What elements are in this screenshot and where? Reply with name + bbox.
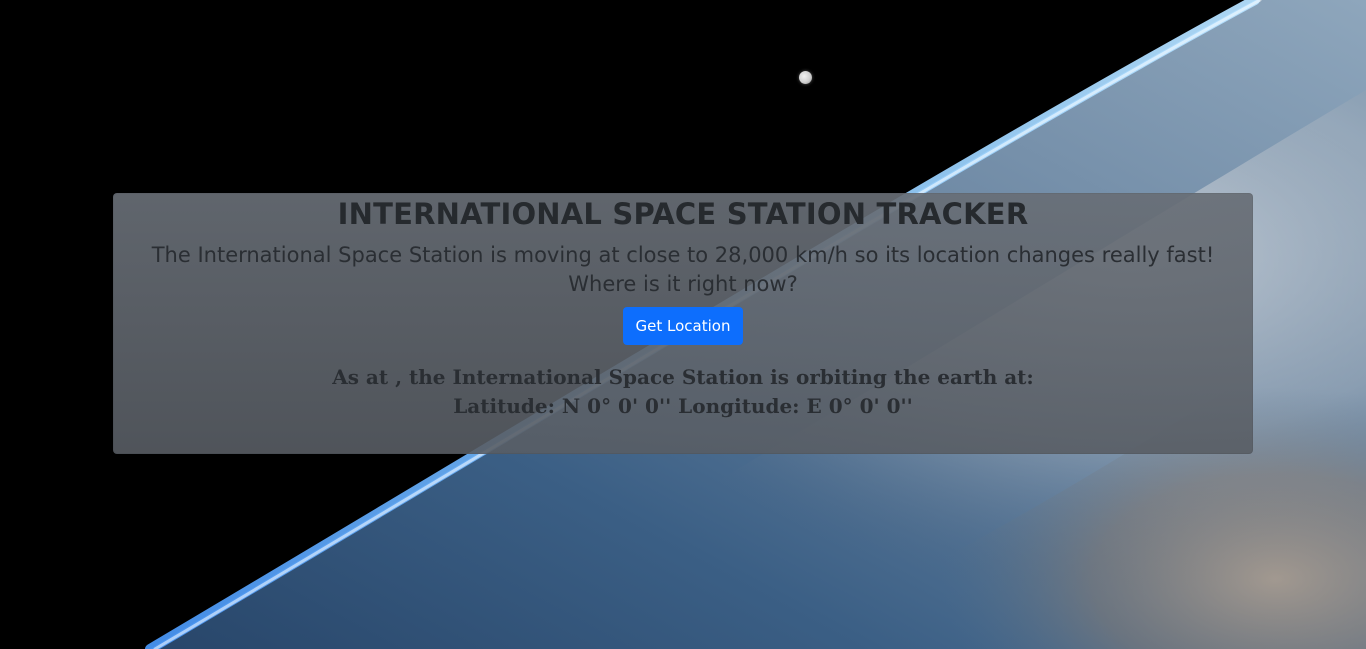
button-row: Get Location [113,307,1253,345]
status-line: As at , the International Space Station … [113,363,1253,392]
page-title: INTERNATIONAL SPACE STATION TRACKER [113,193,1253,233]
location-result: As at , the International Space Station … [113,363,1253,421]
space-scene: INTERNATIONAL SPACE STATION TRACKER The … [0,0,1366,649]
tracker-panel: INTERNATIONAL SPACE STATION TRACKER The … [113,193,1253,454]
latitude-text: Latitude: N 0° 0' 0'' [453,392,671,421]
longitude-text: Longitude: E 0° 0' 0'' [678,392,913,421]
moon-icon [799,71,812,84]
page-subtitle: The International Space Station is movin… [113,241,1253,299]
get-location-button[interactable]: Get Location [623,307,744,345]
